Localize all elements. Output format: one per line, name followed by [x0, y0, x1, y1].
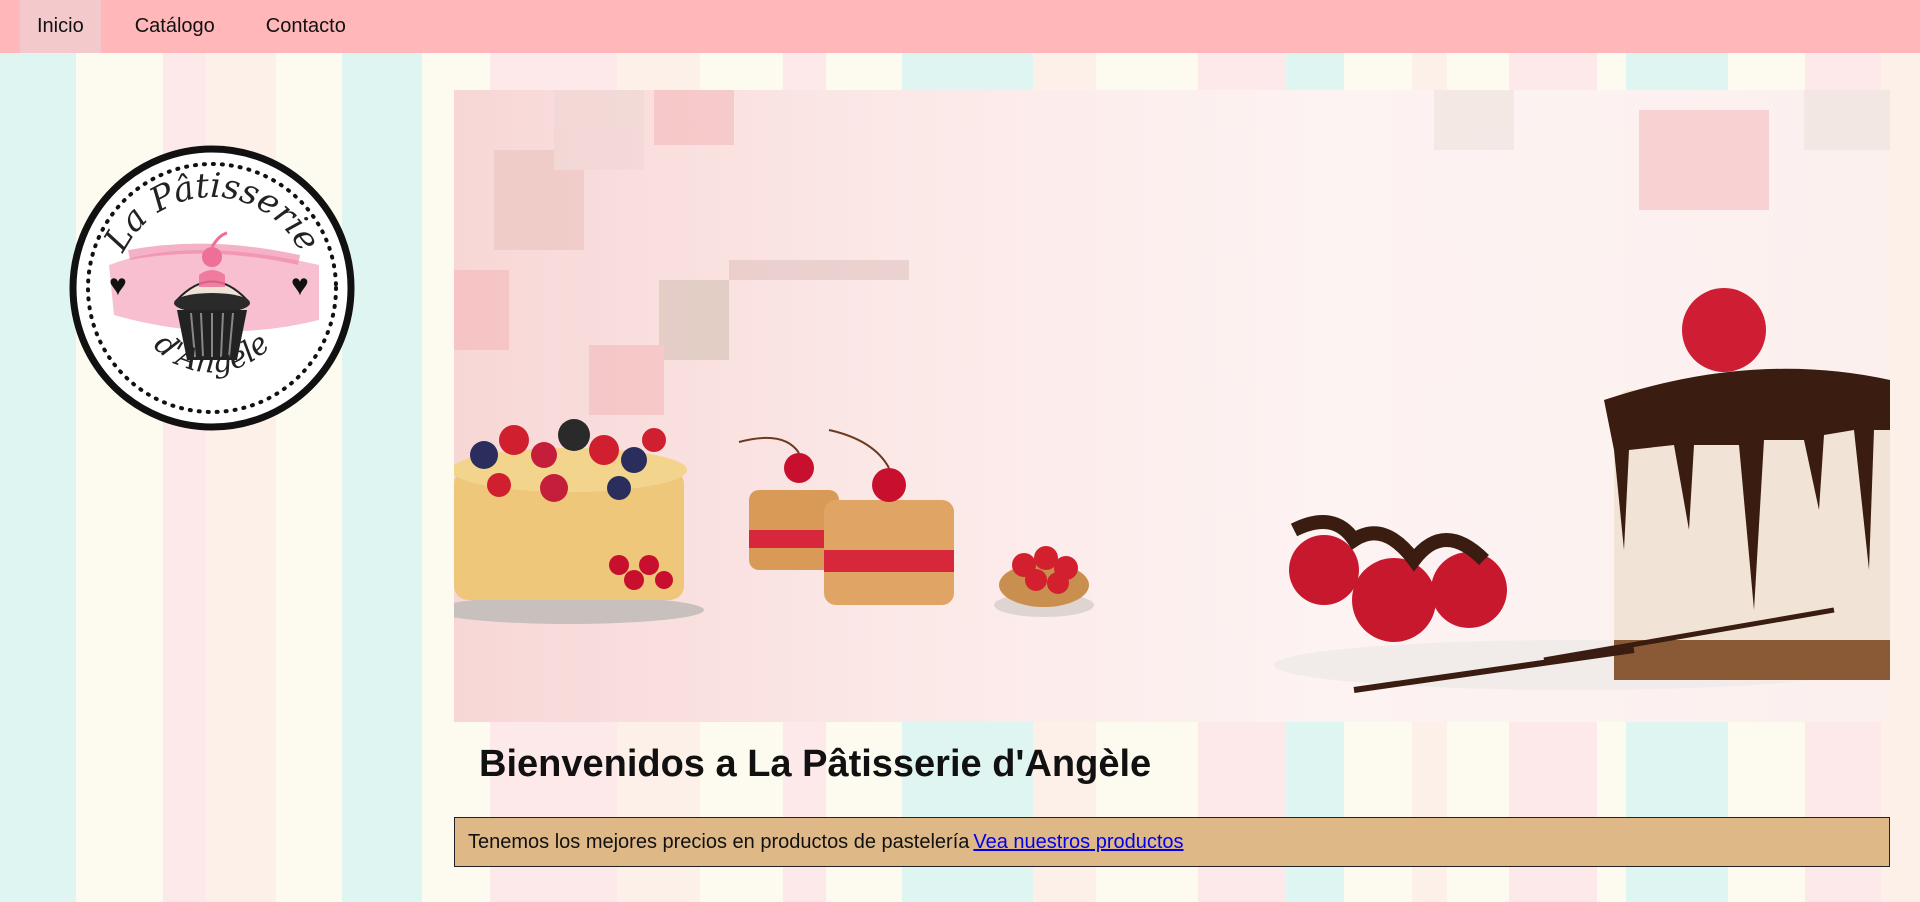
page-title: Bienvenidos a La Pâtisserie d'Angèle [479, 743, 1152, 785]
products-link[interactable]: Vea nuestros productos [973, 831, 1183, 854]
main-content: Bienvenidos a La Pâtisserie d'Angèle Ten… [435, 53, 1920, 902]
promo-text: Tenemos los mejores precios en productos… [468, 830, 970, 853]
top-nav: Inicio Catálogo Contacto [0, 0, 1920, 53]
promo-box: Tenemos los mejores precios en productos… [454, 817, 1890, 867]
site-logo[interactable]: ♥ ♥ La Pâtisserie d'Angèle [69, 145, 355, 431]
nav-item-catalogo[interactable]: Catálogo [118, 0, 232, 53]
svg-text:♥: ♥ [291, 269, 309, 302]
pastry-banner-image [454, 90, 1890, 722]
nav-item-contacto[interactable]: Contacto [249, 0, 363, 53]
sidebar: ♥ ♥ La Pâtisserie d'Angèle [0, 53, 435, 902]
svg-text:♥: ♥ [109, 269, 127, 302]
nav-item-inicio[interactable]: Inicio [20, 0, 101, 53]
